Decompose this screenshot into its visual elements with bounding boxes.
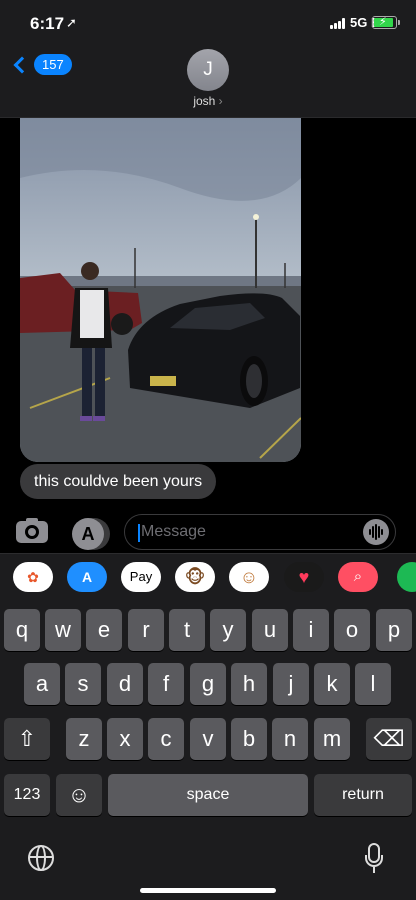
app-store-icon[interactable]: A [72, 518, 104, 550]
key-a[interactable]: a [24, 663, 60, 705]
emoji-key[interactable]: ☺ [56, 774, 102, 816]
monkey-animoji-icon[interactable]: 🐵 [175, 562, 215, 592]
shift-arrow-icon: ⇧ [17, 726, 37, 751]
message-placeholder: Message [141, 523, 206, 540]
conversation-header: 157 J josh › [0, 46, 416, 118]
keyboard: q w e r t y u i o p a s d f g h j k l ⇧ … [0, 601, 416, 900]
key-t[interactable]: t [169, 609, 205, 651]
key-s[interactable]: s [65, 663, 101, 705]
key-u[interactable]: u [252, 609, 288, 651]
key-n[interactable]: n [272, 718, 308, 760]
key-h[interactable]: h [231, 663, 267, 705]
key-g[interactable]: g [190, 663, 226, 705]
globe-icon[interactable] [28, 845, 54, 871]
key-j[interactable]: j [273, 663, 309, 705]
shift-key[interactable]: ⇧ [4, 718, 50, 760]
contact-name: josh [193, 94, 216, 108]
space-key[interactable]: space [108, 774, 308, 816]
camera-icon[interactable] [16, 521, 48, 543]
key-w[interactable]: w [45, 609, 81, 651]
memoji-icon[interactable]: ☺ [229, 562, 269, 592]
numbers-key[interactable]: 123 [4, 774, 50, 816]
key-f[interactable]: f [148, 663, 184, 705]
cellular-signal-icon [330, 18, 348, 29]
key-v[interactable]: v [190, 718, 226, 760]
mic-stand-icon [365, 855, 383, 867]
composer-row: A Message [0, 505, 416, 553]
battery-icon: ⚡ [372, 16, 400, 29]
key-m[interactable]: m [314, 718, 350, 760]
audio-waveform-icon[interactable] [363, 519, 389, 545]
key-c[interactable]: c [148, 718, 184, 760]
status-bar: 6:17 ➚ 5G E ⚡ [0, 0, 416, 46]
images-search-icon[interactable]: ⌕ [338, 562, 378, 592]
mic-base-icon [373, 867, 375, 873]
digital-touch-icon[interactable]: ♥ [284, 562, 324, 592]
app-store-app-icon[interactable]: A [67, 562, 107, 592]
apple-pay-icon[interactable]: Pay [121, 562, 161, 592]
photo-message[interactable] [20, 118, 301, 462]
key-e[interactable]: e [86, 609, 122, 651]
back-button[interactable]: 157 [10, 54, 72, 75]
key-b[interactable]: b [231, 718, 267, 760]
key-p[interactable]: p [376, 609, 412, 651]
message-bubble[interactable]: this couldve been yours [20, 464, 217, 499]
key-z[interactable]: z [66, 718, 102, 760]
home-indicator[interactable] [140, 888, 276, 893]
key-r[interactable]: r [128, 609, 164, 651]
key-k[interactable]: k [314, 663, 350, 705]
key-x[interactable]: x [107, 718, 143, 760]
status-time: 6:17 [30, 14, 65, 33]
key-l[interactable]: l [355, 663, 391, 705]
return-key[interactable]: return [314, 774, 412, 816]
message-input[interactable]: Message [124, 514, 396, 550]
emoji-smiley-icon: ☺ [67, 782, 91, 807]
delete-key[interactable]: ⌫ [366, 718, 412, 760]
chevron-left-icon [13, 56, 31, 73]
contact-avatar[interactable]: J [187, 49, 229, 91]
unread-count-badge: 157 [34, 54, 72, 75]
photos-app-icon[interactable]: ✿ [13, 562, 53, 592]
app-drawer: ✿ A Pay 🐵 ☺ ♥ ⌕ [0, 553, 416, 601]
delete-backspace-icon: ⌫ [373, 726, 405, 751]
key-d[interactable]: d [107, 663, 143, 705]
chevron-right-icon: › [218, 94, 223, 108]
key-o[interactable]: o [334, 609, 370, 651]
location-arrow-icon: ➚ [66, 15, 77, 30]
apple-pay-label: Pay [129, 569, 153, 584]
key-y[interactable]: y [210, 609, 246, 651]
contact-name-button[interactable]: josh › [0, 94, 416, 108]
key-q[interactable]: q [4, 609, 40, 651]
key-i[interactable]: i [293, 609, 329, 651]
music-app-icon[interactable] [397, 562, 416, 592]
text-caret [138, 524, 140, 542]
